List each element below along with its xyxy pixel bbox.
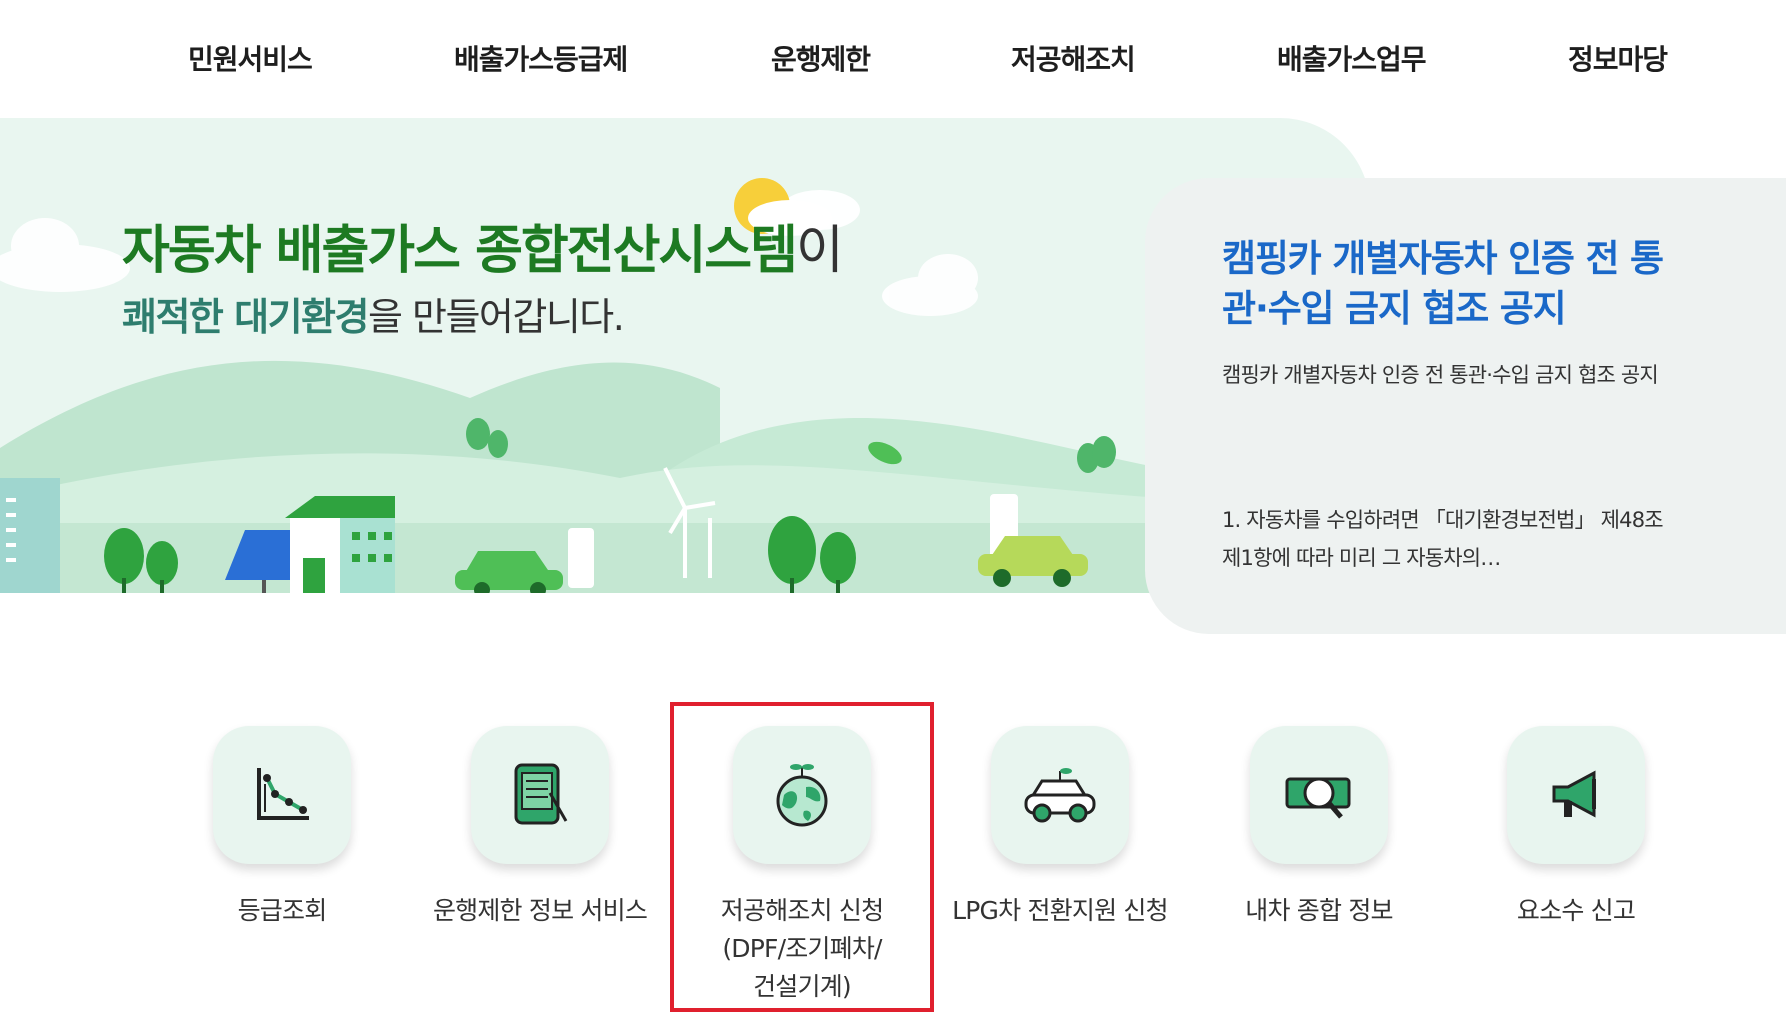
- highlight-box: [670, 702, 934, 1012]
- quick-menu-label: 등급조회: [237, 896, 328, 925]
- hero-title-suffix: 이: [795, 221, 844, 281]
- notice-body: 1. 자동차를 수입하려면 「대기환경보전법」 제48조제1항에 따라 미리 그…: [1222, 508, 1664, 570]
- tablet-icon: [514, 763, 568, 825]
- building-shape: [0, 478, 60, 593]
- quick-menu-urea-report[interactable]: 요소수 신고: [1451, 726, 1701, 930]
- nav-item-emission-grade[interactable]: 배출가스등급제: [454, 38, 628, 78]
- nav-item-info[interactable]: 정보마당: [1568, 38, 1668, 78]
- hero-subtitle-accent: 쾌적한 대기환경: [122, 295, 369, 339]
- search-money-icon: [1285, 777, 1351, 819]
- page: 민원서비스 배출가스등급제 운행제한 저공해조치 배출가스업무 정보마당 자동차…: [0, 0, 1786, 1016]
- hero-title-main: 자동차 배출가스 종합전산시스템: [122, 221, 798, 281]
- charger-shape: [568, 528, 594, 588]
- quick-menu-label: 내차 종합 정보: [1245, 896, 1393, 925]
- quick-menu-restriction-info[interactable]: 운행제한 정보 서비스: [415, 726, 665, 930]
- megaphone-icon: [1552, 770, 1596, 818]
- quick-icon-box[interactable]: [1250, 726, 1388, 864]
- eco-car-icon: [1024, 768, 1096, 823]
- hero-illustration: [0, 178, 1160, 593]
- quick-menu-lpg-conversion[interactable]: LPG차 전환지원 신청: [935, 726, 1185, 930]
- hero-subtitle: 쾌적한 대기환경을 만들어갑니다.: [122, 286, 625, 341]
- quick-icon-box[interactable]: [213, 726, 351, 864]
- quick-menu-grade-lookup[interactable]: 등급조회: [157, 726, 407, 930]
- chart-icon: [257, 768, 309, 820]
- quick-menu-my-car-info[interactable]: 내차 종합 정보: [1194, 726, 1444, 930]
- quick-menu-label: 요소수 신고: [1516, 896, 1636, 925]
- nav-item-emission-work[interactable]: 배출가스업무: [1277, 38, 1427, 78]
- quick-icon-box[interactable]: [1507, 726, 1645, 864]
- quick-menu-label: LPG차 전환지원 신청: [952, 896, 1168, 925]
- global-nav: 민원서비스 배출가스등급제 운행제한 저공해조치 배출가스업무 정보마당: [0, 0, 1786, 118]
- nav-item-civil-service[interactable]: 민원서비스: [188, 38, 313, 78]
- quick-menu-label: 운행제한 정보 서비스: [432, 896, 648, 925]
- notice-summary: 캠핑카 개별자동차 인증 전 통관·수입 금지 협조 공지: [1222, 363, 1659, 387]
- hero-title: 자동차 배출가스 종합전산시스템이: [122, 208, 844, 283]
- quick-icon-box[interactable]: [471, 726, 609, 864]
- nav-item-low-emission[interactable]: 저공해조치: [1011, 38, 1136, 78]
- notice-title[interactable]: 캠핑카 개별자동차 인증 전 통관·수입 금지 협조 공지: [1222, 234, 1682, 334]
- hero-subtitle-rest: 을 만들어갑니다.: [367, 295, 625, 339]
- quick-icon-box[interactable]: [991, 726, 1129, 864]
- nav-item-driving-restriction[interactable]: 운행제한: [771, 38, 871, 78]
